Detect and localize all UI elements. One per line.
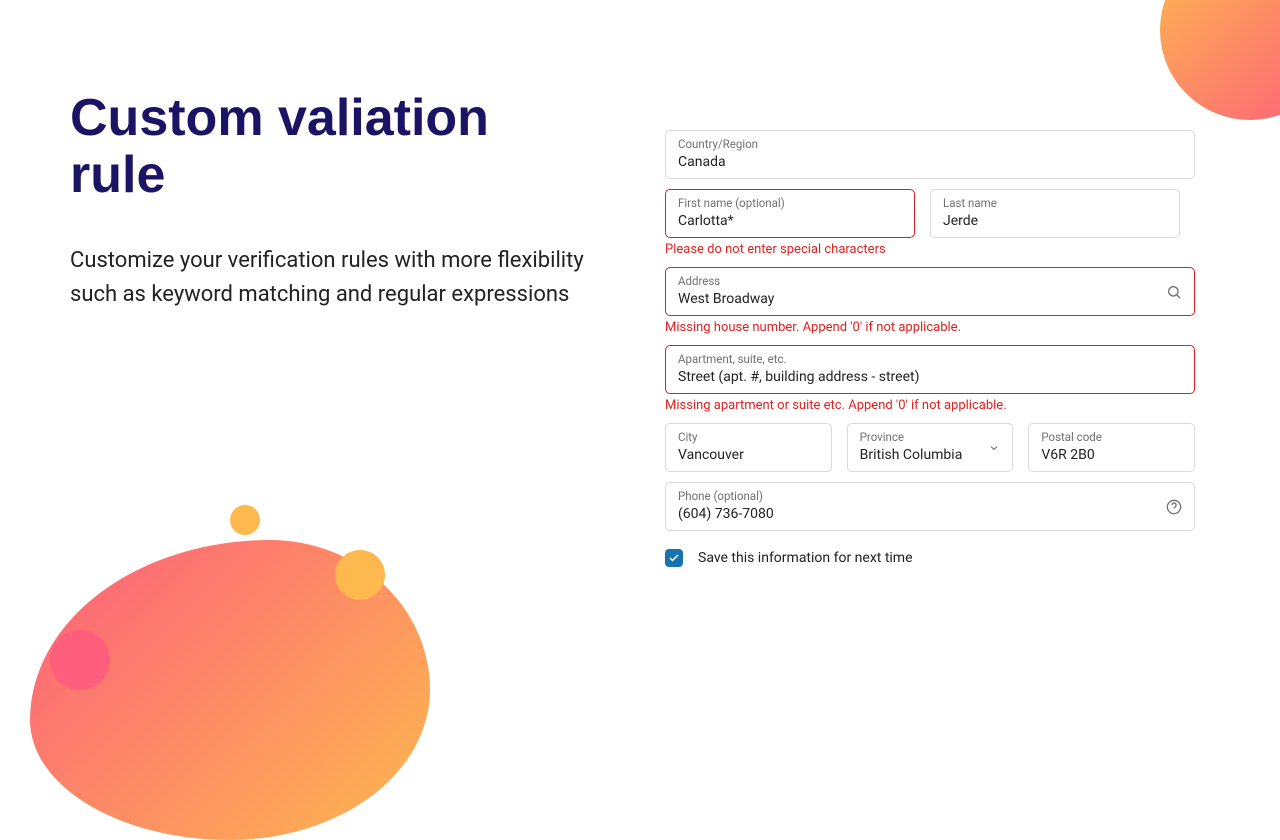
address-field[interactable]: Address West Broadway xyxy=(665,267,1195,316)
city-label: City xyxy=(678,430,819,444)
apartment-value: Street (apt. #, building address - stree… xyxy=(678,369,919,385)
decorative-dot-orange-medium xyxy=(335,550,385,600)
decorative-dot-pink xyxy=(50,630,110,690)
decorative-blob-top xyxy=(1160,0,1280,120)
last-name-label: Last name xyxy=(943,196,1167,210)
city-value: Vancouver xyxy=(678,447,744,463)
province-label: Province xyxy=(860,430,1001,444)
apartment-error: Missing apartment or suite etc. Append '… xyxy=(665,398,1195,413)
heading-section: Custom valiation rule Customize your ver… xyxy=(70,90,590,313)
postal-label: Postal code xyxy=(1041,430,1182,444)
save-info-checkbox[interactable] xyxy=(665,549,683,567)
page-title: Custom valiation rule xyxy=(70,90,590,204)
decorative-dot-orange-small xyxy=(230,505,260,535)
first-name-error: Please do not enter special characters xyxy=(665,242,1195,257)
address-label: Address xyxy=(678,274,1182,288)
apartment-field[interactable]: Apartment, suite, etc. Street (apt. #, b… xyxy=(665,345,1195,394)
last-name-value: Jerde xyxy=(943,213,978,229)
phone-label: Phone (optional) xyxy=(678,489,1182,503)
phone-value: (604) 736-7080 xyxy=(678,506,774,522)
postal-field[interactable]: Postal code V6R 2B0 xyxy=(1028,423,1195,472)
address-form: Country/Region Canada First name (option… xyxy=(665,130,1195,567)
help-icon[interactable] xyxy=(1166,499,1182,515)
country-value: Canada xyxy=(678,154,726,170)
chevron-down-icon xyxy=(988,442,1000,454)
province-value: British Columbia xyxy=(860,447,963,463)
address-error: Missing house number. Append '0' if not … xyxy=(665,320,1195,335)
first-name-field[interactable]: First name (optional) Carlotta* xyxy=(665,189,915,238)
last-name-field[interactable]: Last name Jerde xyxy=(930,189,1180,238)
save-info-row[interactable]: Save this information for next time xyxy=(665,549,1195,567)
apartment-label: Apartment, suite, etc. xyxy=(678,352,1182,366)
search-icon xyxy=(1166,284,1182,300)
first-name-label: First name (optional) xyxy=(678,196,902,210)
postal-value: V6R 2B0 xyxy=(1041,447,1094,463)
first-name-value: Carlotta* xyxy=(678,213,734,229)
page-subtitle: Customize your verification rules with m… xyxy=(70,244,590,312)
phone-field[interactable]: Phone (optional) (604) 736-7080 xyxy=(665,482,1195,531)
city-field[interactable]: City Vancouver xyxy=(665,423,832,472)
address-value: West Broadway xyxy=(678,291,774,307)
province-field[interactable]: Province British Columbia xyxy=(847,423,1014,472)
country-label: Country/Region xyxy=(678,137,1182,151)
save-info-label: Save this information for next time xyxy=(698,550,913,566)
country-field[interactable]: Country/Region Canada xyxy=(665,130,1195,179)
